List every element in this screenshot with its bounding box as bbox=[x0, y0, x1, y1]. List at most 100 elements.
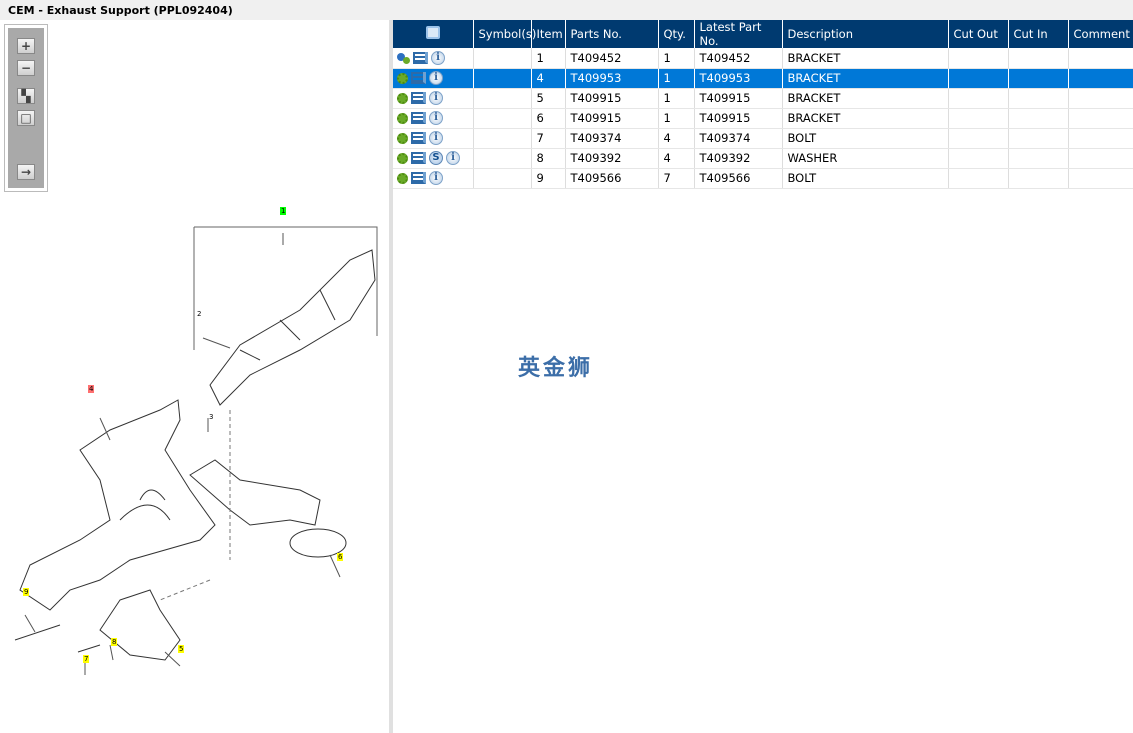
gear-icon[interactable] bbox=[397, 132, 408, 144]
row-actions: Si bbox=[393, 148, 474, 169]
row-actions: i bbox=[393, 168, 474, 189]
cell-symbols bbox=[473, 68, 532, 89]
cell-item: 8 bbox=[531, 148, 566, 169]
parts-table: Symbol(s) Item Parts No. Qty. Latest Par… bbox=[393, 20, 1133, 189]
cell-comment bbox=[1068, 128, 1133, 149]
cell-cut-in bbox=[1008, 108, 1069, 129]
cell-symbols bbox=[473, 148, 532, 169]
cell-cut-out bbox=[948, 128, 1009, 149]
cell-desc: BOLT bbox=[782, 128, 949, 149]
col-item[interactable]: Item bbox=[531, 20, 566, 48]
col-cut-out[interactable]: Cut Out bbox=[948, 20, 1009, 48]
cell-latest: T409452 bbox=[694, 48, 783, 69]
cell-cut-out bbox=[948, 168, 1009, 189]
cell-part: T409452 bbox=[565, 48, 659, 69]
cart-icon[interactable] bbox=[411, 152, 426, 165]
row-actions: i bbox=[393, 48, 474, 69]
table-row[interactable]: i 7 T409374 4 T409374 BOLT bbox=[393, 128, 1133, 149]
cell-cut-in bbox=[1008, 168, 1069, 189]
cart-icon[interactable] bbox=[411, 92, 426, 105]
gear-icon[interactable] bbox=[397, 152, 408, 164]
watermark: 英金狮 bbox=[518, 356, 594, 381]
cell-qty: 1 bbox=[658, 88, 695, 109]
cart-icon[interactable] bbox=[413, 52, 428, 64]
callout-8[interactable]: 8 bbox=[111, 638, 118, 646]
col-cut-in[interactable]: Cut In bbox=[1008, 20, 1069, 48]
cell-cut-in bbox=[1008, 68, 1069, 89]
cell-part: T409953 bbox=[565, 68, 659, 89]
callout-4[interactable]: 4 bbox=[88, 385, 95, 393]
cell-cut-in bbox=[1008, 148, 1069, 169]
row-actions: i bbox=[393, 128, 474, 149]
col-parts-no[interactable]: Parts No. bbox=[565, 20, 659, 48]
table-row[interactable]: i 5 T409915 1 T409915 BRACKET bbox=[393, 88, 1133, 109]
col-qty[interactable]: Qty. bbox=[658, 20, 695, 48]
cell-qty: 4 bbox=[658, 148, 695, 169]
exploded-parts-drawing bbox=[14, 226, 378, 675]
cell-part: T409392 bbox=[565, 148, 659, 169]
info-icon[interactable]: i bbox=[446, 151, 460, 166]
row-actions: i bbox=[393, 108, 474, 129]
cell-qty: 1 bbox=[658, 48, 695, 69]
cell-cut-out bbox=[948, 48, 1009, 69]
cell-qty: 1 bbox=[658, 108, 695, 129]
parts-list-panel: Symbol(s) Item Parts No. Qty. Latest Par… bbox=[393, 20, 1133, 733]
cell-comment bbox=[1068, 108, 1133, 129]
cell-part: T409915 bbox=[565, 108, 659, 129]
cell-desc: BRACKET bbox=[782, 108, 949, 129]
callout-9[interactable]: 9 bbox=[23, 588, 30, 596]
table-row[interactable]: i 4 T409953 1 T409953 BRACKET bbox=[393, 68, 1133, 89]
callout-5[interactable]: 5 bbox=[178, 645, 185, 653]
info-icon[interactable]: i bbox=[429, 171, 443, 186]
cell-desc: BRACKET bbox=[782, 88, 949, 109]
gear-icon[interactable] bbox=[397, 172, 408, 184]
cart-icon[interactable] bbox=[411, 172, 426, 185]
cell-symbols bbox=[473, 168, 532, 189]
info-icon[interactable]: i bbox=[429, 71, 443, 86]
table-row[interactable]: i 9 T409566 7 T409566 BOLT bbox=[393, 168, 1133, 189]
col-comment[interactable]: Comment bbox=[1068, 20, 1133, 48]
multi-gear-icon[interactable] bbox=[397, 52, 410, 64]
gear-icon[interactable] bbox=[397, 72, 408, 84]
col-symbols[interactable]: Symbol(s) bbox=[473, 20, 536, 48]
cart-icon[interactable] bbox=[411, 72, 426, 85]
cell-qty: 7 bbox=[658, 168, 695, 189]
gear-icon[interactable] bbox=[397, 112, 408, 124]
cell-cut-out bbox=[948, 148, 1009, 169]
callout-3[interactable]: 3 bbox=[208, 413, 214, 421]
search-parts-icon[interactable] bbox=[393, 20, 474, 48]
info-icon[interactable]: i bbox=[429, 111, 443, 126]
cart-icon[interactable] bbox=[411, 132, 426, 145]
callout-1[interactable]: 1 bbox=[280, 207, 287, 215]
cell-qty: 4 bbox=[658, 128, 695, 149]
table-row[interactable]: Si 8 T409392 4 T409392 WASHER bbox=[393, 148, 1133, 169]
col-description[interactable]: Description bbox=[782, 20, 949, 48]
cell-latest: T409374 bbox=[694, 128, 783, 149]
cart-icon[interactable] bbox=[411, 112, 426, 125]
supersession-icon[interactable]: S bbox=[429, 151, 443, 166]
window-title: CEM - Exhaust Support (PPL092404) bbox=[0, 0, 1133, 20]
row-actions: i bbox=[393, 88, 474, 109]
table-row[interactable]: i 6 T409915 1 T409915 BRACKET bbox=[393, 108, 1133, 129]
cell-desc: BRACKET bbox=[782, 48, 949, 69]
cell-item: 6 bbox=[531, 108, 566, 129]
callout-2[interactable]: 2 bbox=[196, 310, 202, 318]
callout-6[interactable]: 6 bbox=[337, 553, 344, 561]
col-latest-part-no[interactable]: Latest Part No. bbox=[694, 20, 783, 48]
info-icon[interactable]: i bbox=[429, 91, 443, 106]
cell-item: 1 bbox=[531, 48, 566, 69]
cell-comment bbox=[1068, 68, 1133, 89]
cell-cut-out bbox=[948, 108, 1009, 129]
cell-symbols bbox=[473, 108, 532, 129]
info-icon[interactable]: i bbox=[431, 51, 445, 65]
info-icon[interactable]: i bbox=[429, 131, 443, 146]
cell-cut-out bbox=[948, 88, 1009, 109]
cell-part: T409566 bbox=[565, 168, 659, 189]
gear-icon[interactable] bbox=[397, 92, 408, 104]
diagram-panel[interactable]: + − ▚ □ → 1 2 3 4 5 6 7 8 9 bbox=[0, 20, 389, 733]
table-row[interactable]: i 1 T409452 1 T409452 BRACKET bbox=[393, 48, 1133, 69]
callout-7[interactable]: 7 bbox=[83, 655, 90, 663]
cell-symbols bbox=[473, 48, 532, 69]
cell-comment bbox=[1068, 148, 1133, 169]
cell-cut-out bbox=[948, 68, 1009, 89]
